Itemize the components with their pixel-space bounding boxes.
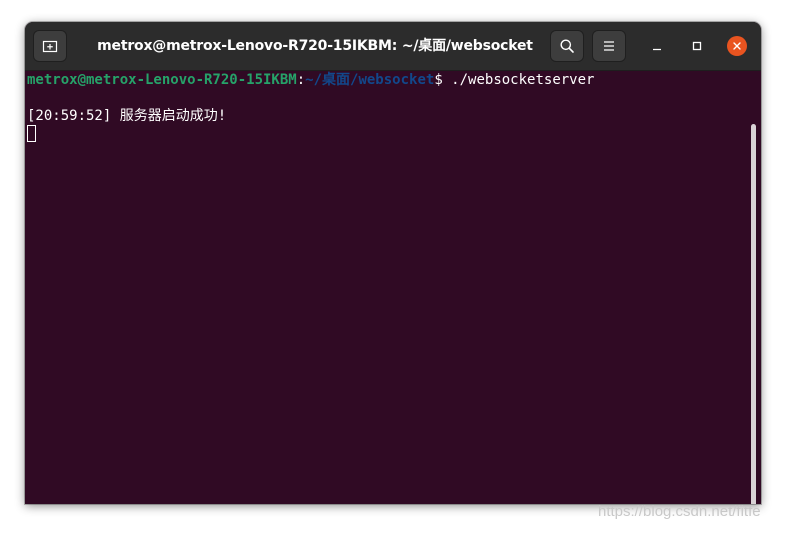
maximize-button[interactable] — [687, 36, 707, 56]
menu-button[interactable] — [592, 30, 626, 62]
terminal-window: metrox@metrox-Lenovo-R720-15IKBM: ~/桌面/w… — [25, 22, 761, 504]
hamburger-menu-icon — [604, 41, 614, 51]
minimize-icon — [653, 48, 661, 51]
text-cursor — [27, 125, 36, 142]
minimize-button[interactable] — [647, 36, 667, 56]
search-button[interactable] — [550, 30, 584, 62]
prompt-line: metrox@metrox-Lenovo-R720-15IKBM:~/桌面/we… — [27, 71, 594, 89]
prompt-path: ~/桌面/websocket — [305, 72, 435, 88]
close-icon — [733, 42, 741, 50]
terminal-content[interactable]: metrox@metrox-Lenovo-R720-15IKBM:~/桌面/we… — [25, 71, 761, 504]
prompt-colon: : — [296, 72, 306, 88]
new-tab-icon — [42, 40, 58, 53]
title-bar[interactable]: metrox@metrox-Lenovo-R720-15IKBM: ~/桌面/w… — [25, 22, 761, 71]
watermark: https://blog.csdn.net/fitfe — [598, 503, 761, 520]
maximize-icon — [692, 41, 702, 51]
search-icon — [560, 39, 574, 53]
prompt-user-host: metrox@metrox-Lenovo-R720-15IKBM — [27, 72, 297, 88]
new-tab-button[interactable] — [33, 30, 67, 62]
prompt-dollar: $ — [434, 72, 443, 88]
close-button[interactable] — [727, 36, 747, 56]
command-text: ./websocketserver — [442, 72, 595, 88]
output-line: [20:59:52] 服务器启动成功! — [27, 108, 227, 124]
scrollbar[interactable] — [751, 124, 756, 504]
window-title: metrox@metrox-Lenovo-R720-15IKBM: ~/桌面/w… — [97, 38, 533, 54]
